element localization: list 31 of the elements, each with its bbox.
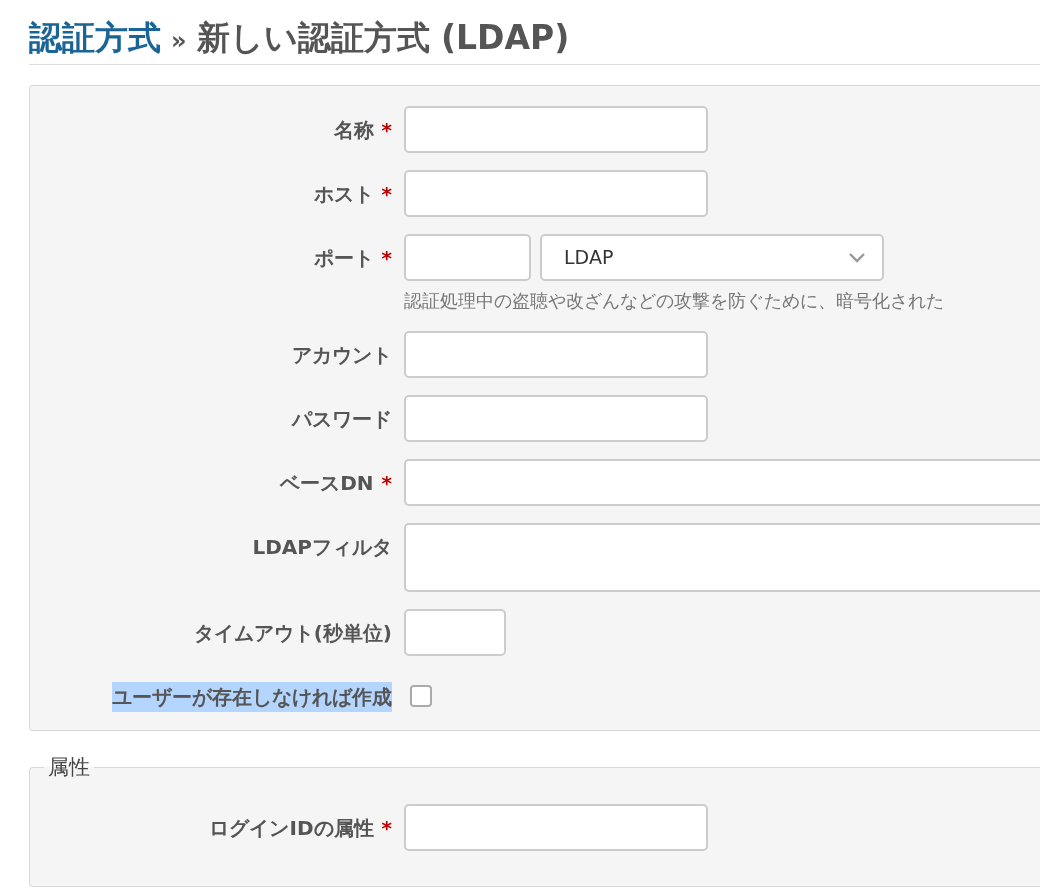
required-mark: * <box>381 245 392 270</box>
field-label: ベースDN <box>280 469 374 497</box>
chevron-down-icon <box>848 251 866 263</box>
text-area[interactable] <box>404 522 1040 592</box>
dropdown-select[interactable]: LDAP <box>540 233 884 281</box>
checkbox[interactable] <box>410 684 432 707</box>
input-field[interactable] <box>404 233 531 281</box>
breadcrumb-separator: » <box>171 27 187 56</box>
field-label: ログインIDの属性 <box>209 814 374 842</box>
required-mark: * <box>381 470 392 495</box>
input-field[interactable] <box>404 105 708 153</box>
field-label: ホスト <box>313 180 374 208</box>
required-mark: * <box>381 181 392 206</box>
required-mark: * <box>381 815 392 840</box>
input-field[interactable] <box>404 803 708 851</box>
field-label: タイムアウト(秒単位) <box>193 619 392 647</box>
input-field[interactable] <box>404 458 1040 506</box>
field-label: ポート <box>313 244 374 272</box>
help-text: 認証処理中の盗聴や改ざんなどの攻撃を防ぐために、暗号化された <box>404 288 944 313</box>
field-label: パスワード <box>292 405 392 433</box>
input-field[interactable] <box>404 169 708 217</box>
input-field[interactable] <box>404 608 506 656</box>
breadcrumb-link[interactable]: 認証方式 <box>29 18 161 58</box>
field-label: アカウント <box>292 341 392 369</box>
required-mark: * <box>381 117 392 142</box>
field-label: 名称 <box>333 116 374 144</box>
input-field[interactable] <box>404 330 708 378</box>
page-title: 新しい認証方式 (LDAP) <box>196 18 570 58</box>
field-label: ユーザーが存在しなければ作成 <box>112 681 392 712</box>
input-field[interactable] <box>404 394 708 442</box>
field-label: LDAPフィルタ <box>252 533 392 561</box>
